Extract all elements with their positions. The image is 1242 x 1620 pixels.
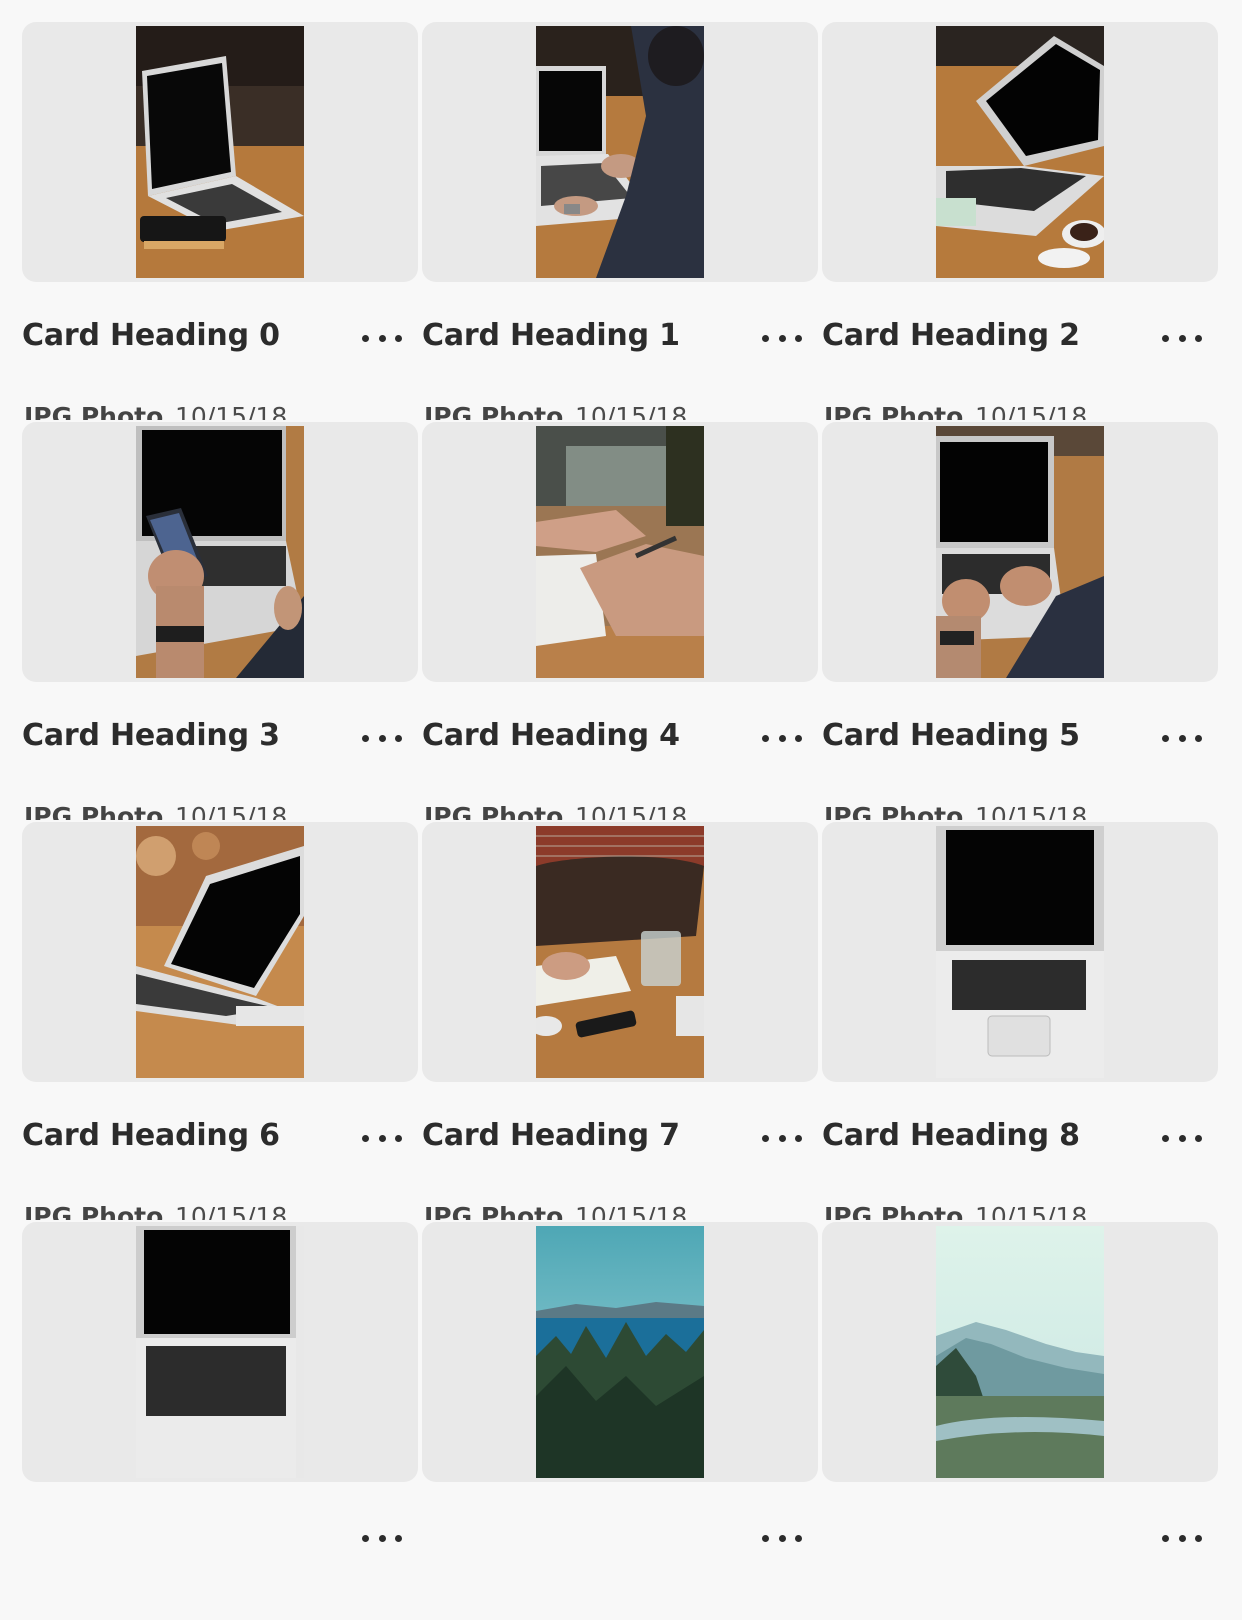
more-actions-icon[interactable] [762,330,802,346]
card-preview[interactable] [822,822,1218,1082]
card-file-type: JPG Photo [24,402,164,420]
card-meta: JPG Photo 10/15/18 [822,402,1218,420]
card-date: 10/15/18 [175,1202,288,1220]
card-date: 10/15/18 [575,1202,688,1220]
card-date: 10/15/18 [975,1202,1088,1220]
card-meta: JPG Photo 10/15/18 [422,1202,818,1220]
card-preview[interactable] [22,22,418,282]
card-heading: Card Heading 0 [22,318,280,353]
card-meta: JPG Photo 10/15/18 [22,802,418,820]
asset-card[interactable]: Card Heading 8 JPG Photo 10/15/18 [822,822,1218,1220]
card-thumbnail-image [536,426,704,678]
card-thumbnail-image [136,26,304,278]
card-heading: Card Heading 7 [422,1118,680,1153]
card-preview[interactable] [822,22,1218,282]
card-thumbnail-image [536,26,704,278]
asset-card[interactable] [822,1222,1218,1620]
card-preview[interactable] [422,22,818,282]
card-file-type: JPG Photo [24,802,164,820]
card-thumbnail-image [936,826,1104,1078]
asset-card[interactable]: Card Heading 5 JPG Photo 10/15/18 [822,422,1218,820]
card-thumbnail-image [536,826,704,1078]
card-file-type: JPG Photo [824,802,964,820]
card-meta: JPG Photo 10/15/18 [422,402,818,420]
asset-card[interactable]: Card Heading 1 JPG Photo 10/15/18 [422,22,818,420]
card-file-type: JPG Photo [424,402,564,420]
card-heading: Card Heading 3 [22,718,280,753]
asset-card[interactable] [22,1222,418,1620]
card-thumbnail-image [936,26,1104,278]
card-thumbnail-image [136,1226,304,1478]
asset-card[interactable]: Card Heading 6 JPG Photo 10/15/18 [22,822,418,1220]
asset-card[interactable]: Card Heading 7 JPG Photo 10/15/18 [422,822,818,1220]
card-date: 10/15/18 [575,402,688,420]
asset-card[interactable] [422,1222,818,1620]
card-thumbnail-image [936,1226,1104,1478]
more-actions-icon[interactable] [1162,730,1202,746]
card-meta [822,1602,1218,1620]
card-date: 10/15/18 [575,802,688,820]
card-meta: JPG Photo 10/15/18 [822,802,1218,820]
card-heading: Card Heading 8 [822,1118,1080,1153]
card-heading: Card Heading 6 [22,1118,280,1153]
more-actions-icon[interactable] [762,730,802,746]
card-meta: JPG Photo 10/15/18 [22,1202,418,1220]
card-preview[interactable] [822,1222,1218,1482]
card-meta: JPG Photo 10/15/18 [22,402,418,420]
card-grid: Card Heading 0 JPG Photo 10/15/18 Card Head… [0,0,1242,1542]
card-meta [22,1602,418,1620]
card-file-type: JPG Photo [824,1202,964,1220]
card-heading: Card Heading 4 [422,718,680,753]
card-heading: Card Heading 1 [422,318,680,353]
asset-card[interactable]: Card Heading 2 JPG Photo 10/15/18 [822,22,1218,420]
card-preview[interactable] [422,822,818,1082]
card-heading: Card Heading 2 [822,318,1080,353]
card-date: 10/15/18 [175,802,288,820]
card-date: 10/15/18 [975,802,1088,820]
card-meta: JPG Photo 10/15/18 [422,802,818,820]
asset-card[interactable]: Card Heading 4 JPG Photo 10/15/18 [422,422,818,820]
card-date: 10/15/18 [175,402,288,420]
more-actions-icon[interactable] [1162,1530,1202,1546]
card-preview[interactable] [822,422,1218,682]
card-preview[interactable] [422,422,818,682]
card-meta: JPG Photo 10/15/18 [822,1202,1218,1220]
card-heading: Card Heading 5 [822,718,1080,753]
more-actions-icon[interactable] [362,1530,402,1546]
card-preview[interactable] [22,422,418,682]
card-preview[interactable] [22,1222,418,1482]
card-thumbnail-image [136,826,304,1078]
card-thumbnail-image [536,1226,704,1478]
card-file-type: JPG Photo [424,802,564,820]
more-actions-icon[interactable] [762,1530,802,1546]
more-actions-icon[interactable] [1162,330,1202,346]
more-actions-icon[interactable] [362,1130,402,1146]
card-preview[interactable] [422,1222,818,1482]
card-file-type: JPG Photo [24,1202,164,1220]
card-thumbnail-image [136,426,304,678]
card-thumbnail-image [936,426,1104,678]
more-actions-icon[interactable] [362,730,402,746]
asset-card[interactable]: Card Heading 0 JPG Photo 10/15/18 [22,22,418,420]
card-preview[interactable] [22,822,418,1082]
card-date: 10/15/18 [975,402,1088,420]
card-file-type: JPG Photo [424,1202,564,1220]
more-actions-icon[interactable] [762,1130,802,1146]
more-actions-icon[interactable] [362,330,402,346]
card-file-type: JPG Photo [824,402,964,420]
asset-card[interactable]: Card Heading 3 JPG Photo 10/15/18 [22,422,418,820]
more-actions-icon[interactable] [1162,1130,1202,1146]
card-meta [422,1602,818,1620]
